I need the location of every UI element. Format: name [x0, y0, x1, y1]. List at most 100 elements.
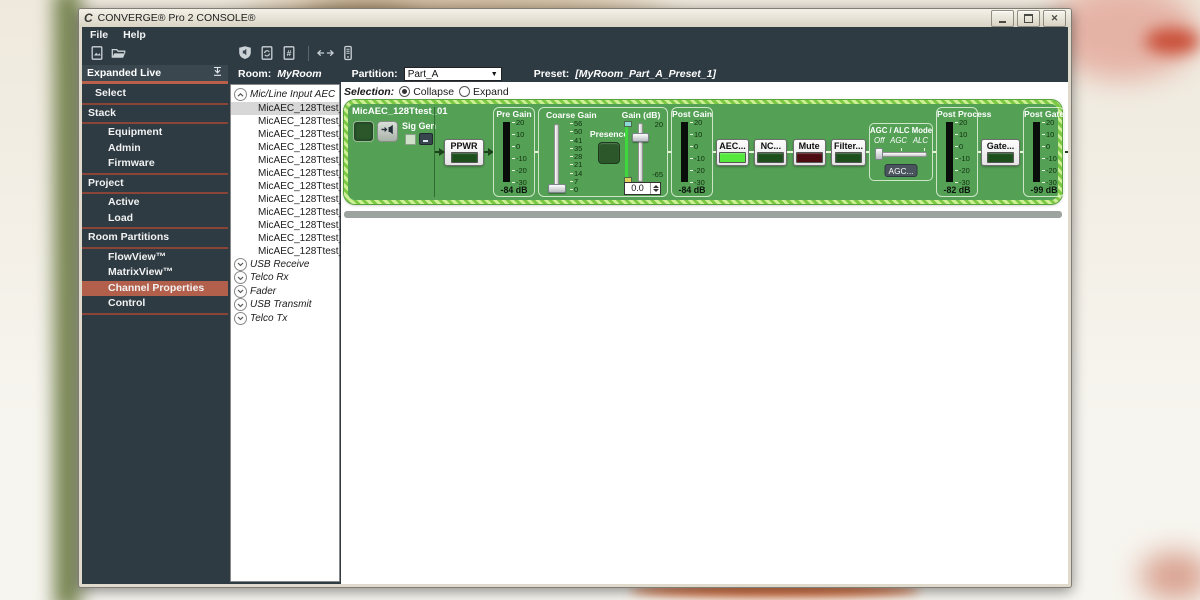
sidebar-item-equipment[interactable]: Equipment	[82, 125, 228, 141]
filter-button[interactable]: Filter...	[831, 139, 866, 166]
coarse-gain-slider[interactable]	[554, 124, 559, 192]
channel-strip-selection-border[interactable]: MicAEC_128Ttest_01 Sig	[344, 100, 1062, 204]
expand-chevron-icon[interactable]	[234, 285, 247, 298]
coarse-gain-slider-handle[interactable]	[548, 184, 566, 193]
channel-item[interactable]: MicAEC_128Ttest_01	[231, 102, 339, 115]
channel-group-telco-rx[interactable]: Telco Rx	[231, 271, 339, 285]
channel-state-button[interactable]	[353, 121, 374, 142]
channel-group-telco-tx[interactable]: Telco Tx	[231, 312, 339, 326]
sig-gen-button[interactable]	[419, 133, 433, 145]
expand-chevron-icon[interactable]	[234, 298, 247, 311]
sidebar-item-firmware[interactable]: Firmware	[82, 156, 228, 172]
partition-select[interactable]: Part_A ▼	[404, 67, 502, 81]
sidebar-separator	[82, 192, 228, 194]
channel-group-usb-transmit[interactable]: USB Transmit	[231, 298, 339, 312]
spin-up-icon[interactable]	[653, 185, 659, 188]
ppwr-button[interactable]: PPWR	[444, 139, 484, 166]
sidebar-separator	[82, 103, 228, 105]
sidebar-separator	[82, 227, 228, 229]
selection-radio-label: Expand	[473, 86, 509, 98]
channel-group-mic-line-input-aec[interactable]: Mic/Line Input AEC	[231, 88, 339, 102]
gain-top-tick: 20	[655, 120, 663, 129]
presence-button[interactable]	[598, 142, 620, 164]
spin-down-icon[interactable]	[653, 189, 659, 192]
minimize-button[interactable]	[991, 10, 1014, 27]
gate-button[interactable]: Gate...	[981, 139, 1020, 166]
agc-mode-option-alc[interactable]: ALC	[913, 136, 928, 145]
sidebar-item-room-partitions[interactable]: Room Partitions	[82, 230, 228, 246]
channel-item[interactable]: MicAEC_128Ttest_09	[231, 206, 339, 219]
channel-item[interactable]: MicAEC_128Ttest_03	[231, 128, 339, 141]
file-sync-icon[interactable]	[257, 44, 276, 63]
file-hash-icon[interactable]: #	[279, 44, 298, 63]
gain-slider-handle[interactable]	[632, 133, 649, 142]
expand-chevron-icon[interactable]	[234, 271, 247, 284]
mute-button[interactable]: Mute	[793, 139, 826, 166]
sidebar-item-admin[interactable]: Admin	[82, 141, 228, 157]
image-file-icon[interactable]	[87, 44, 106, 63]
sidebar-item-flowview[interactable]: FlowView™	[82, 250, 228, 266]
menu-bar: File Help	[82, 27, 1068, 41]
agc-settings-button[interactable]: AGC...	[885, 164, 918, 177]
channel-group-label: Telco Tx	[250, 313, 287, 324]
agc-mode-option-agc[interactable]: AGC	[890, 136, 907, 145]
agc-mode-option-off[interactable]: Off	[874, 136, 884, 145]
gain-max-marker[interactable]	[624, 121, 632, 127]
channel-group-usb-receive[interactable]: USB Receive	[231, 258, 339, 272]
view-mode-dropdown[interactable]: Expanded Live	[82, 65, 228, 83]
menu-help[interactable]: Help	[123, 29, 146, 41]
sidebar-separator	[82, 122, 228, 124]
channel-item[interactable]: MicAEC_128Ttest_07	[231, 180, 339, 193]
selection-radio-collapse[interactable]	[399, 86, 410, 97]
pin-icon[interactable]	[212, 66, 223, 80]
shield-audio-icon[interactable]	[235, 44, 254, 63]
channel-item[interactable]: MicAEC_128Ttest_02	[231, 115, 339, 128]
horizontal-scrollbar[interactable]	[344, 211, 1062, 218]
open-folder-icon[interactable]	[109, 44, 128, 63]
channel-group-fader[interactable]: Fader	[231, 285, 339, 299]
sidebar-item-project[interactable]: Project	[82, 176, 228, 192]
desktop-background-blob	[1145, 28, 1200, 54]
nc-button[interactable]: NC...	[754, 139, 787, 166]
title-bar[interactable]: C CONVERGE® Pro 2 CONSOLE®	[79, 9, 1071, 27]
sidebar-item-select[interactable]: Select	[82, 86, 228, 102]
channel-item[interactable]: MicAEC_128Ttest_04	[231, 141, 339, 154]
sig-gen-checkbox[interactable]	[405, 134, 416, 145]
expand-chevron-icon[interactable]	[234, 312, 247, 325]
post-process-meter: Post Process20100-10-20-30-82 dB	[936, 107, 978, 197]
channel-item[interactable]: MicAEC_128Ttest_12	[231, 245, 339, 258]
close-button[interactable]	[1043, 10, 1066, 27]
signal-flow-connector	[435, 151, 444, 153]
gain-panel: Gain (dB) 20 -65 0.0	[618, 110, 664, 196]
input-source-button[interactable]	[377, 121, 398, 142]
device-icon[interactable]	[338, 44, 357, 63]
expand-chevron-icon[interactable]	[234, 258, 247, 271]
post-gain-meter: Post Gain20100-10-20-30-84 dB	[671, 107, 713, 197]
gain-spinbox[interactable]: 0.0	[624, 182, 661, 195]
gain-spinner-arrows[interactable]	[650, 183, 660, 194]
channel-item[interactable]: MicAEC_128Ttest_05	[231, 154, 339, 167]
channel-group-label: USB Receive	[250, 259, 309, 270]
sidebar-item-channel-properties[interactable]: Channel Properties	[82, 281, 228, 297]
sidebar-item-stack[interactable]: Stack	[82, 106, 228, 122]
maximize-button[interactable]	[1017, 10, 1040, 27]
coarse-gain-panel: Coarse Gain 5650413528211470 Presence Ga…	[538, 107, 668, 197]
channel-item[interactable]: MicAEC_128Ttest_11	[231, 232, 339, 245]
sidebar-item-active[interactable]: Active	[82, 195, 228, 211]
sidebar-separator	[82, 173, 228, 175]
agc-mode-slider-handle[interactable]	[875, 148, 883, 160]
channel-item[interactable]: MicAEC_128Ttest_06	[231, 167, 339, 180]
selection-radio-expand[interactable]	[459, 86, 470, 97]
swap-arrows-icon[interactable]	[316, 44, 335, 63]
menu-file[interactable]: File	[90, 29, 108, 41]
sidebar-item-control[interactable]: Control	[82, 296, 228, 312]
collapse-chevron-icon[interactable]	[234, 88, 247, 101]
gate-indicator	[987, 152, 1014, 163]
gain-slider[interactable]	[638, 123, 643, 182]
aec-button[interactable]: AEC...	[716, 139, 749, 166]
sidebar-item-load[interactable]: Load	[82, 211, 228, 227]
channel-item[interactable]: MicAEC_128Ttest_08	[231, 193, 339, 206]
sidebar-item-matrixview[interactable]: MatrixView™	[82, 265, 228, 281]
channel-item[interactable]: MicAEC_128Ttest_10	[231, 219, 339, 232]
agc-mode-slider[interactable]	[875, 148, 927, 158]
